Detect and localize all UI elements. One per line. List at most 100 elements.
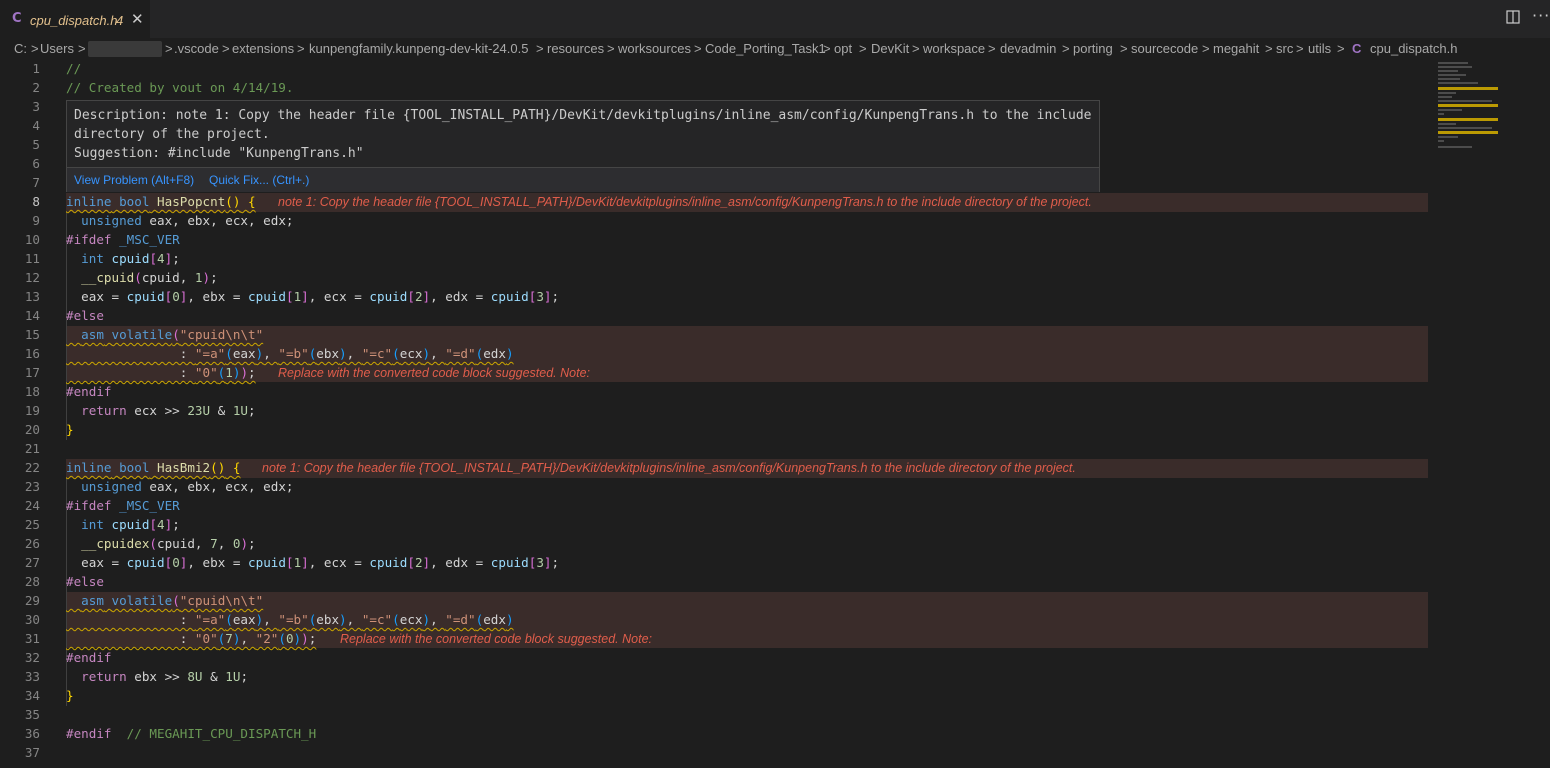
redacted-username — [88, 41, 162, 57]
line-number: 25 — [24, 517, 40, 532]
line-number: 27 — [24, 555, 40, 570]
line-number: 18 — [24, 384, 40, 399]
breadcrumb: C: > Users > > .vscode > extensions > ku… — [0, 38, 1550, 60]
code-line: #else — [66, 308, 104, 323]
breadcrumb-item[interactable]: devadmin — [1000, 41, 1056, 56]
c-file-icon: C — [1352, 41, 1362, 56]
breadcrumb-item[interactable]: megahit — [1213, 41, 1259, 56]
breadcrumb-separator: > — [1120, 41, 1128, 56]
code-line: int cpuid[4]; — [81, 251, 180, 266]
breadcrumb-item[interactable]: DevKit — [871, 41, 909, 56]
minimap[interactable] — [1434, 60, 1534, 768]
line-number: 8 — [32, 194, 40, 209]
code-line: return ecx >> 23U & 1U; — [81, 403, 256, 418]
breadcrumb-item[interactable]: workspace — [923, 41, 985, 56]
breadcrumb-separator: > — [988, 41, 996, 56]
breadcrumb-item[interactable]: utils — [1308, 41, 1331, 56]
line-number: 30 — [24, 612, 40, 627]
tab-cpu-dispatch[interactable]: C cpu_dispatch.h 4 ✕ — [0, 0, 150, 39]
breadcrumb-separator: > — [912, 41, 920, 56]
breadcrumb-item[interactable]: .vscode — [174, 41, 219, 56]
line-number: 10 — [24, 232, 40, 247]
breadcrumb-separator: > — [1337, 41, 1345, 56]
breadcrumb-file[interactable]: cpu_dispatch.h — [1370, 41, 1457, 56]
code-line: #ifdef _MSC_VER — [66, 232, 180, 247]
view-problem-link[interactable]: View Problem (Alt+F8) — [74, 173, 194, 187]
line-number: 1 — [32, 61, 40, 76]
line-number: 6 — [32, 156, 40, 171]
code-line: } — [66, 688, 74, 703]
code-line: // — [66, 61, 82, 76]
c-file-icon: C — [12, 11, 22, 26]
code-line: } — [66, 422, 74, 437]
breadcrumb-separator: > — [222, 41, 230, 56]
code-line: #ifdef _MSC_VER — [66, 498, 180, 513]
breadcrumb-separator: > — [165, 41, 173, 56]
line-number: 35 — [24, 707, 40, 722]
breadcrumb-item[interactable]: C: — [14, 41, 27, 56]
line-number: 21 — [24, 441, 40, 456]
line-number: 9 — [32, 213, 40, 228]
breadcrumb-item[interactable]: opt — [834, 41, 852, 56]
problem-count-badge: 4 — [116, 13, 124, 28]
code-line: eax = cpuid[0], ebx = cpuid[1], ecx = cp… — [66, 555, 560, 570]
line-number: 20 — [24, 422, 40, 437]
line-number: 34 — [24, 688, 40, 703]
breadcrumb-separator: > — [1296, 41, 1304, 56]
tab-bar: C cpu_dispatch.h 4 ✕ ··· — [0, 0, 1550, 39]
breadcrumb-item[interactable]: sourcecode — [1131, 41, 1198, 56]
code-line: return ebx >> 8U & 1U; — [81, 669, 249, 684]
breadcrumb-separator: > — [607, 41, 615, 56]
code-line: int cpuid[4]; — [81, 517, 180, 532]
hover-line-2: directory of the project. — [74, 127, 270, 142]
line-number: 7 — [32, 175, 40, 190]
quick-fix-link[interactable]: Quick Fix... (Ctrl+.) — [209, 173, 309, 187]
code-line: unsigned eax, ebx, ecx, edx; — [81, 213, 294, 228]
breadcrumb-item[interactable]: porting — [1073, 41, 1113, 56]
breadcrumb-item[interactable]: extensions — [232, 41, 294, 56]
hover-description: Description: note 1: Copy the header fil… — [74, 106, 1091, 163]
code-line: : "=a"(eax), "=b"(ebx), "=c"(ecx), "=d"(… — [66, 346, 514, 361]
code-line: #endif — [66, 384, 112, 399]
code-line: unsigned eax, ebx, ecx, edx; — [81, 479, 294, 494]
code-line: __cpuid(cpuid, 1); — [81, 270, 218, 285]
breadcrumb-separator: > — [1202, 41, 1210, 56]
diagnostic-note: Replace with the converted code block su… — [278, 366, 590, 380]
line-number: 26 — [24, 536, 40, 551]
code-line: #endif — [66, 650, 112, 665]
code-line: eax = cpuid[0], ebx = cpuid[1], ecx = cp… — [66, 289, 560, 304]
line-number: 37 — [24, 745, 40, 760]
line-number: 13 — [24, 289, 40, 304]
split-editor-icon[interactable] — [1506, 10, 1520, 24]
code-line: : "0"(7), "2"(0)); — [66, 631, 317, 646]
breadcrumb-item[interactable]: worksources — [618, 41, 691, 56]
code-line: __cpuidex(cpuid, 7, 0); — [81, 536, 256, 551]
line-number: 19 — [24, 403, 40, 418]
line-number: 31 — [24, 631, 40, 646]
breadcrumb-separator: > — [536, 41, 544, 56]
breadcrumb-item[interactable]: src — [1276, 41, 1293, 56]
breadcrumb-item[interactable]: resources — [547, 41, 604, 56]
breadcrumb-separator: > — [1265, 41, 1273, 56]
code-line: : "0"(1)); — [66, 365, 256, 380]
code-line: // Created by vout on 4/14/19. — [66, 80, 294, 95]
endif-comment: // MEGAHIT_CPU_DISPATCH_H — [126, 726, 317, 741]
breadcrumb-item[interactable]: Users — [40, 41, 74, 56]
hover-suggestion: Suggestion: #include "KunpengTrans.h" — [74, 146, 364, 161]
line-number: 5 — [32, 137, 40, 152]
breadcrumb-item[interactable]: kunpengfamily.kunpeng-dev-kit-24.0.5 — [309, 41, 528, 56]
breadcrumb-separator: > — [78, 41, 86, 56]
line-number: 14 — [24, 308, 40, 323]
code-line: #endif // MEGAHIT_CPU_DISPATCH_H — [66, 726, 317, 741]
line-number: 15 — [24, 327, 40, 342]
code-line: inline bool HasBmi2() { — [66, 460, 241, 475]
more-actions-icon[interactable]: ··· — [1532, 6, 1550, 25]
line-number: 17 — [24, 365, 40, 380]
diagnostic-note: note 1: Copy the header file {TOOL_INSTA… — [262, 461, 1076, 475]
diagnostic-note: note 1: Copy the header file {TOOL_INSTA… — [278, 195, 1092, 209]
line-number: 29 — [24, 593, 40, 608]
breadcrumb-item[interactable]: Code_Porting_Task1 — [705, 41, 826, 56]
close-icon[interactable]: ✕ — [131, 10, 144, 28]
line-number: 28 — [24, 574, 40, 589]
line-number: 33 — [24, 669, 40, 684]
